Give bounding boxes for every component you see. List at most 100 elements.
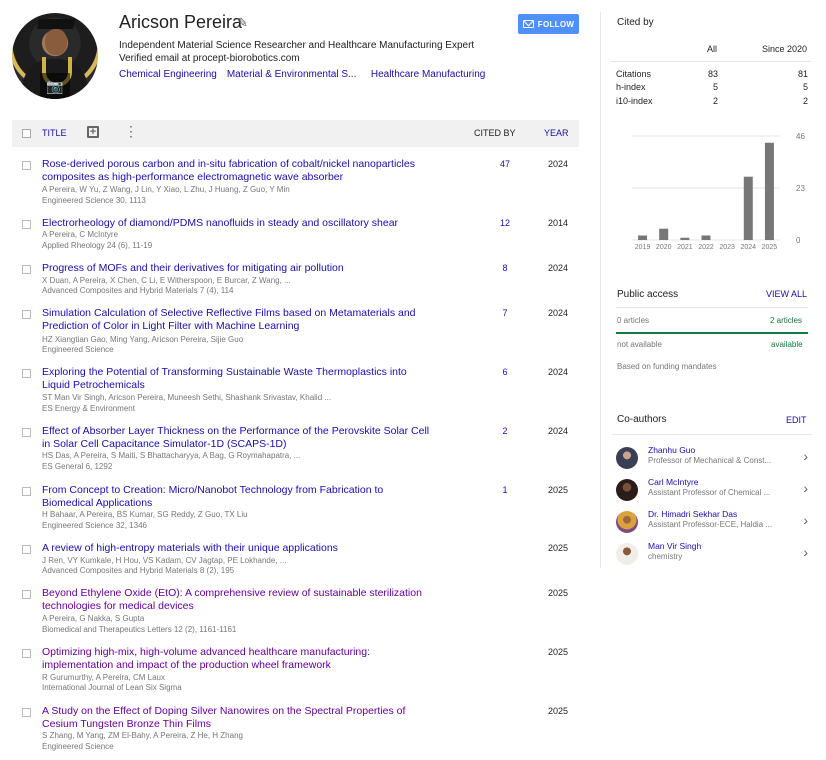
article-source: ES General 6, 1292 bbox=[42, 462, 113, 471]
more-options-icon[interactable]: ⋮ bbox=[124, 124, 138, 138]
citations-chart-svg: 46 23 0 2019 2020 2021 2022 2023 2024 2025 bbox=[632, 132, 805, 251]
coauthor-affiliation: chemistry bbox=[648, 552, 683, 561]
article-authors: A Pereira, G Nakka, S Gupta bbox=[42, 614, 145, 623]
coauthor-avatar bbox=[616, 479, 638, 501]
row-checkbox[interactable] bbox=[22, 369, 31, 378]
row-checkbox[interactable] bbox=[22, 649, 31, 658]
metric-all: 83 bbox=[707, 69, 718, 79]
cited-by-title: Cited by bbox=[617, 17, 654, 28]
x-tick-label: 2023 bbox=[719, 244, 735, 251]
coauthor-item[interactable]: Zhanhu Guo Professor of Mechanical & Con… bbox=[616, 445, 812, 471]
cited-count[interactable]: 12 bbox=[492, 218, 518, 228]
y-tick-label: 23 bbox=[796, 184, 805, 193]
article-year: 2025 bbox=[547, 706, 569, 716]
article-authors: J Ren, VY Kumkale, H Hou, VS Kadam, CV J… bbox=[42, 556, 287, 565]
row-checkbox[interactable] bbox=[22, 708, 31, 717]
row-checkbox[interactable] bbox=[22, 487, 31, 496]
available-count[interactable]: 2 articles bbox=[770, 316, 802, 325]
article-source: Applied Rheology 24 (6), 11-19 bbox=[42, 241, 153, 250]
chevron-right-icon[interactable]: › bbox=[803, 480, 808, 496]
row-checkbox[interactable] bbox=[22, 310, 31, 319]
chart-bar-2022[interactable] bbox=[701, 235, 711, 240]
interest-link[interactable]: Healthcare Manufacturing bbox=[371, 69, 486, 80]
article-title[interactable]: From Concept to Creation: Micro/Nanobot … bbox=[42, 484, 437, 510]
article-year: 2014 bbox=[547, 218, 569, 228]
metric-label[interactable]: i10-index bbox=[616, 96, 653, 106]
metric-label[interactable]: h-index bbox=[616, 82, 646, 92]
row-checkbox[interactable] bbox=[22, 265, 31, 274]
cited-count[interactable]: 1 bbox=[492, 485, 518, 495]
article-year: 2024 bbox=[547, 367, 569, 377]
metric-label[interactable]: Citations bbox=[616, 69, 651, 79]
edit-coauthors-link[interactable]: EDIT bbox=[786, 415, 807, 425]
article-authors: HS Das, A Pereira, S Maiti, S Bhattachar… bbox=[42, 451, 301, 460]
coauthor-affiliation: Assistant Professor of Chemical ... bbox=[648, 488, 771, 497]
interest-link[interactable]: Chemical Engineering bbox=[119, 69, 217, 80]
row-checkbox[interactable] bbox=[22, 161, 31, 170]
article-source: Engineered Science 32, 1346 bbox=[42, 521, 147, 530]
sort-by-title[interactable]: TITLE bbox=[42, 128, 67, 138]
article-authors: R Gurumurthy, A Pereira, CM Laux bbox=[42, 673, 166, 682]
profile-photo[interactable]: 📷 bbox=[12, 13, 98, 99]
article-title[interactable]: Beyond Ethylene Oxide (EtO): A comprehen… bbox=[42, 587, 437, 613]
article-title[interactable]: Optimizing high-mix, high-volume advance… bbox=[42, 646, 437, 672]
article-title[interactable]: Simulation Calculation of Selective Refl… bbox=[42, 307, 437, 333]
coauthor-avatar bbox=[616, 511, 638, 533]
not-available-count[interactable]: 0 articles bbox=[617, 316, 649, 325]
coauthor-name[interactable]: Dr. Himadri Sekhar Das bbox=[648, 509, 737, 519]
coauthor-name[interactable]: Zhanhu Guo bbox=[648, 445, 695, 455]
chart-bar-2024[interactable] bbox=[743, 176, 753, 240]
interests-list: Chemical Engineering Material & Environm… bbox=[119, 69, 485, 80]
funding-mandates-note: Based on funding mandates bbox=[617, 362, 717, 371]
interest-link[interactable]: Material & Environmental S... bbox=[227, 69, 361, 80]
row-checkbox[interactable] bbox=[22, 220, 31, 229]
chevron-right-icon[interactable]: › bbox=[803, 512, 808, 528]
articles-table-header: TITLE + ⋮ CITED BY YEAR bbox=[12, 120, 579, 147]
article-title[interactable]: Rose-derived porous carbon and in-situ f… bbox=[42, 158, 437, 184]
row-checkbox[interactable] bbox=[22, 428, 31, 437]
chart-bar-2019[interactable] bbox=[638, 235, 648, 240]
coauthor-name[interactable]: Carl McIntyre bbox=[648, 477, 699, 487]
sort-by-cited[interactable]: CITED BY bbox=[474, 128, 516, 138]
follow-button[interactable]: FOLLOW bbox=[518, 14, 579, 34]
pencil-icon[interactable]: ✎ bbox=[237, 15, 248, 31]
select-all-checkbox[interactable] bbox=[22, 129, 31, 138]
citations-chart: 46 23 0 2019 2020 2021 2022 2023 2024 2025 bbox=[630, 128, 810, 256]
chevron-right-icon[interactable]: › bbox=[803, 448, 808, 464]
article-title[interactable]: Effect of Absorber Layer Thickness on th… bbox=[42, 425, 437, 451]
coauthor-name[interactable]: Man Vir Singh bbox=[648, 541, 701, 551]
x-tick-label: 2020 bbox=[656, 244, 672, 251]
coauthor-affiliation: Assistant Professor-ECE, Haldia ... bbox=[648, 520, 773, 529]
cited-count[interactable]: 8 bbox=[492, 263, 518, 273]
coauthor-item[interactable]: Carl McIntyre Assistant Professor of Che… bbox=[616, 477, 812, 503]
article-year: 2025 bbox=[547, 543, 569, 553]
x-tick-label: 2025 bbox=[762, 244, 778, 251]
coauthor-item[interactable]: Dr. Himadri Sekhar Das Assistant Profess… bbox=[616, 509, 812, 535]
col-since: Since 2020 bbox=[761, 44, 807, 54]
row-checkbox[interactable] bbox=[22, 590, 31, 599]
view-all-link[interactable]: VIEW ALL bbox=[766, 289, 807, 299]
sort-by-year[interactable]: YEAR bbox=[544, 128, 569, 138]
cited-count[interactable]: 2 bbox=[492, 426, 518, 436]
cited-count[interactable]: 47 bbox=[492, 159, 518, 169]
article-title[interactable]: A Study on the Effect of Doping Silver N… bbox=[42, 705, 437, 731]
chart-bar-2021[interactable] bbox=[680, 237, 690, 240]
row-checkbox[interactable] bbox=[22, 545, 31, 554]
metric-since: 81 bbox=[797, 69, 808, 79]
article-title[interactable]: Exploring the Potential of Transforming … bbox=[42, 366, 437, 392]
chart-bar-2020[interactable] bbox=[659, 228, 669, 240]
article-title[interactable]: Progress of MOFs and their derivatives f… bbox=[42, 262, 437, 275]
article-title[interactable]: A review of high-entropy materials with … bbox=[42, 542, 437, 555]
chevron-right-icon[interactable]: › bbox=[803, 544, 808, 560]
coauthor-item[interactable]: Man Vir Singh chemistry › bbox=[616, 541, 812, 567]
add-article-icon[interactable]: + bbox=[87, 126, 99, 138]
chart-bar-2025[interactable] bbox=[764, 142, 774, 240]
cited-count[interactable]: 6 bbox=[492, 367, 518, 377]
metric-all: 5 bbox=[712, 82, 718, 92]
article-title[interactable]: Electrorheology of diamond/PDMS nanoflui… bbox=[42, 217, 437, 230]
camera-icon[interactable]: 📷 bbox=[40, 73, 70, 99]
coauthors-divider bbox=[612, 434, 812, 435]
public-access-divider bbox=[616, 307, 808, 308]
article-source: International Journal of Lean Six Sigma bbox=[42, 683, 182, 692]
cited-count[interactable]: 7 bbox=[492, 308, 518, 318]
